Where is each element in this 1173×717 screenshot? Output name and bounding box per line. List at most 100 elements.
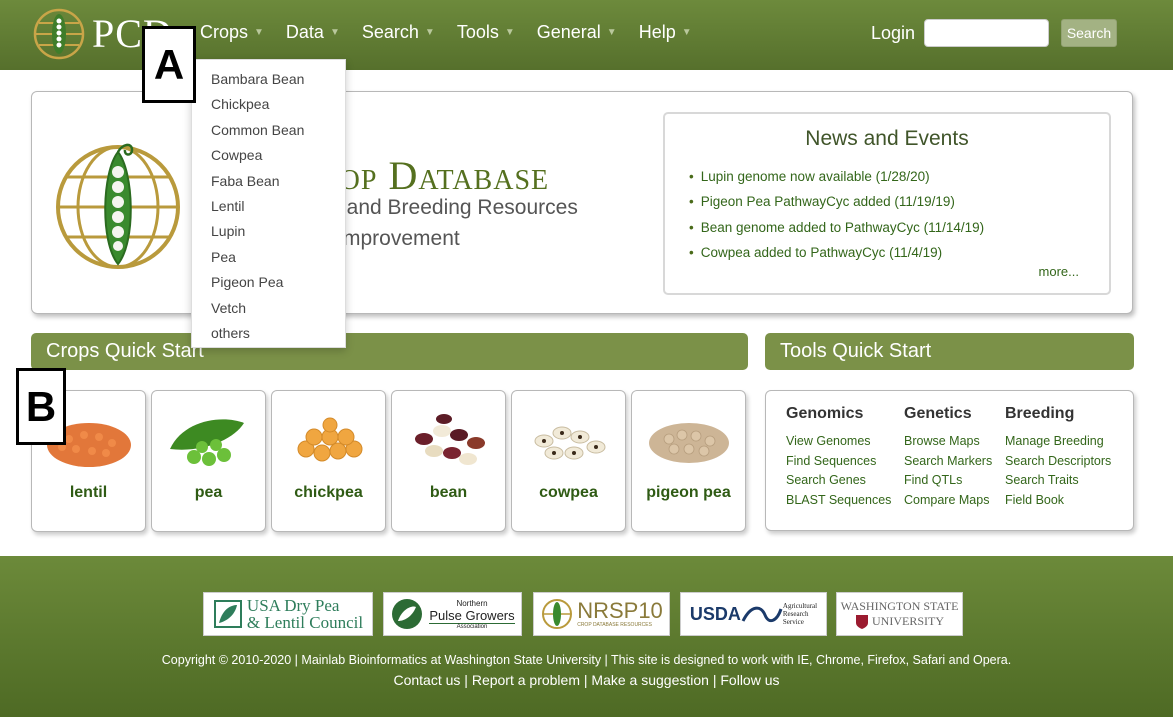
tool-link-find-sequences[interactable]: Find Sequences bbox=[786, 452, 891, 472]
header-search-button[interactable]: Search bbox=[1061, 19, 1117, 47]
banner-subtitle-line2: mprovement bbox=[343, 227, 460, 250]
sponsor-usda-ars[interactable]: USDA Agricultural Research Service bbox=[680, 592, 827, 636]
footer-link-report-problem[interactable]: Report a problem bbox=[472, 672, 580, 688]
caret-down-icon: ▼ bbox=[504, 27, 515, 38]
pulse-growers-logo-icon bbox=[392, 599, 423, 629]
sponsor-usa-dry-pea-lentil-council[interactable]: USA Dry Pea & Lentil Council bbox=[203, 592, 373, 636]
sponsor-text: USDA bbox=[689, 603, 741, 624]
tools-column-heading: Genetics bbox=[904, 405, 972, 422]
pea-image-icon bbox=[170, 419, 244, 466]
tool-link-find-qtls[interactable]: Find QTLs bbox=[904, 471, 992, 491]
sponsor-northern-pulse-growers[interactable]: Northern Pulse Growers Association bbox=[383, 592, 522, 636]
crop-card-label: lentil bbox=[69, 484, 108, 501]
nav-crops[interactable]: Crops ▼ bbox=[200, 22, 264, 43]
nav-search[interactable]: Search ▼ bbox=[362, 22, 435, 43]
tool-link-manage-breeding[interactable]: Manage Breeding bbox=[1005, 432, 1111, 452]
crop-card-bean[interactable]: bean bbox=[391, 390, 506, 532]
chickpea-image-icon bbox=[297, 417, 363, 462]
tools-quick-start-panel: Genomics View Genomes Find Sequences Sea… bbox=[765, 390, 1134, 531]
caret-down-icon: ▼ bbox=[681, 27, 692, 38]
sponsor-text: Pulse Growers bbox=[429, 607, 515, 624]
login-link[interactable]: Login bbox=[871, 23, 915, 44]
news-item[interactable]: Lupin genome now available (1/28/20) bbox=[689, 164, 984, 189]
nav-tools[interactable]: Tools ▼ bbox=[457, 22, 515, 43]
menu-item-common-bean[interactable]: Common Bean bbox=[192, 118, 345, 143]
tools-column-heading: Breeding bbox=[1005, 405, 1075, 422]
sponsor-text: WASHINGTON STATE bbox=[840, 598, 959, 613]
sponsor-washington-state-university[interactable]: WASHINGTON STATE UNIVERSITY bbox=[836, 592, 963, 636]
footer-links: Contact us | Report a problem | Make a s… bbox=[393, 672, 780, 688]
caret-down-icon: ▼ bbox=[424, 27, 435, 38]
tool-link-field-book[interactable]: Field Book bbox=[1005, 491, 1111, 511]
header-search-input[interactable] bbox=[924, 19, 1049, 47]
tools-column-genomics: Genomics View Genomes Find Sequences Sea… bbox=[786, 405, 891, 510]
sponsor-text: Northern bbox=[456, 598, 488, 608]
pcd-logo-icon[interactable] bbox=[32, 6, 86, 60]
news-item[interactable]: Bean genome added to PathwayCyc (11/14/1… bbox=[689, 215, 984, 240]
tool-link-search-genes[interactable]: Search Genes bbox=[786, 471, 891, 491]
tools-quick-start-bar: Tools Quick Start bbox=[765, 333, 1134, 370]
menu-item-chickpea[interactable]: Chickpea bbox=[192, 92, 345, 117]
sponsor-text: UNIVERSITY bbox=[872, 614, 944, 628]
leaf-logo-icon bbox=[213, 600, 242, 628]
news-more-link[interactable]: more... bbox=[1039, 264, 1079, 279]
crop-card-chickpea[interactable]: chickpea bbox=[271, 390, 386, 532]
footer-link-contact[interactable]: Contact us bbox=[393, 672, 460, 688]
caret-down-icon: ▼ bbox=[606, 27, 617, 38]
tool-link-search-descriptors[interactable]: Search Descriptors bbox=[1005, 452, 1111, 472]
footer-link-make-suggestion[interactable]: Make a suggestion bbox=[591, 672, 709, 688]
caret-down-icon: ▼ bbox=[254, 27, 264, 38]
pea-globe-logo-icon bbox=[56, 143, 180, 269]
sponsor-text: USA Dry Pea bbox=[246, 596, 340, 615]
sponsor-text: Association bbox=[456, 623, 488, 630]
tool-link-browse-maps[interactable]: Browse Maps bbox=[904, 432, 992, 452]
crop-card-cowpea[interactable]: cowpea bbox=[511, 390, 626, 532]
menu-item-others[interactable]: others bbox=[192, 321, 345, 346]
tool-link-view-genomes[interactable]: View Genomes bbox=[786, 432, 891, 452]
crop-card-label: bean bbox=[429, 484, 468, 501]
callout-label-a: A bbox=[142, 26, 196, 103]
menu-item-faba-bean[interactable]: Faba Bean bbox=[192, 169, 345, 194]
caret-down-icon: ▼ bbox=[329, 27, 340, 38]
banner-title: rop Database bbox=[320, 153, 550, 198]
tool-link-blast-sequences[interactable]: BLAST Sequences bbox=[786, 491, 891, 511]
tool-link-search-traits[interactable]: Search Traits bbox=[1005, 471, 1111, 491]
news-item[interactable]: Cowpea added to PathwayCyc (11/4/19) bbox=[689, 240, 984, 265]
nav-data[interactable]: Data ▼ bbox=[286, 22, 340, 43]
cowpea-image-icon bbox=[534, 426, 606, 460]
copyright-text: Copyright © 2010-2020 | Mainlab Bioinfor… bbox=[161, 653, 1012, 667]
nav-help[interactable]: Help ▼ bbox=[639, 22, 692, 43]
menu-item-pea[interactable]: Pea bbox=[192, 245, 345, 270]
news-list: Lupin genome now available (1/28/20) Pig… bbox=[689, 164, 984, 265]
crops-dropdown-menu: Bambara Bean Chickpea Common Bean Cowpea… bbox=[191, 59, 346, 348]
news-item[interactable]: Pigeon Pea PathwayCyc added (11/19/19) bbox=[689, 189, 984, 214]
nrsp10-globe-logo-icon bbox=[542, 599, 573, 629]
wsu-shield-icon bbox=[856, 614, 868, 629]
pigeon-pea-image-icon bbox=[649, 423, 729, 463]
sponsor-nrsp10[interactable]: NRSP10 CROP DATABASE RESOURCES bbox=[533, 592, 670, 636]
sponsor-text: NRSP10 bbox=[577, 598, 663, 623]
menu-item-pigeon-pea[interactable]: Pigeon Pea bbox=[192, 270, 345, 295]
news-title: News and Events bbox=[805, 127, 969, 150]
tool-link-compare-maps[interactable]: Compare Maps bbox=[904, 491, 992, 511]
banner-subtitle-line1: tic, and Breeding Resources bbox=[314, 196, 578, 219]
footer: USA Dry Pea & Lentil Council Northern Pu… bbox=[0, 556, 1173, 717]
news-and-events-panel: News and Events Lupin genome now availab… bbox=[663, 112, 1111, 295]
main-nav: Crops ▼ Data ▼ Search ▼ Tools ▼ General ▼ Hel… bbox=[200, 22, 714, 43]
footer-link-follow-us[interactable]: Follow us bbox=[720, 672, 779, 688]
crop-card-pea[interactable]: pea bbox=[151, 390, 266, 532]
menu-item-lentil[interactable]: Lentil bbox=[192, 194, 345, 219]
nav-general[interactable]: General ▼ bbox=[537, 22, 617, 43]
crop-card-pigeon-pea[interactable]: pigeon pea bbox=[631, 390, 746, 532]
menu-item-cowpea[interactable]: Cowpea bbox=[192, 143, 345, 168]
sponsor-text: & Lentil Council bbox=[246, 613, 364, 632]
bean-image-icon bbox=[415, 414, 485, 465]
crop-card-label: cowpea bbox=[539, 484, 598, 501]
menu-item-vetch[interactable]: Vetch bbox=[192, 296, 345, 321]
crop-card-label: pigeon pea bbox=[646, 484, 731, 501]
callout-label-b: B bbox=[16, 368, 66, 445]
tool-link-search-markers[interactable]: Search Markers bbox=[904, 452, 992, 472]
sponsor-text: Research bbox=[782, 610, 809, 618]
menu-item-lupin[interactable]: Lupin bbox=[192, 219, 345, 244]
menu-item-bambara-bean[interactable]: Bambara Bean bbox=[192, 67, 345, 92]
